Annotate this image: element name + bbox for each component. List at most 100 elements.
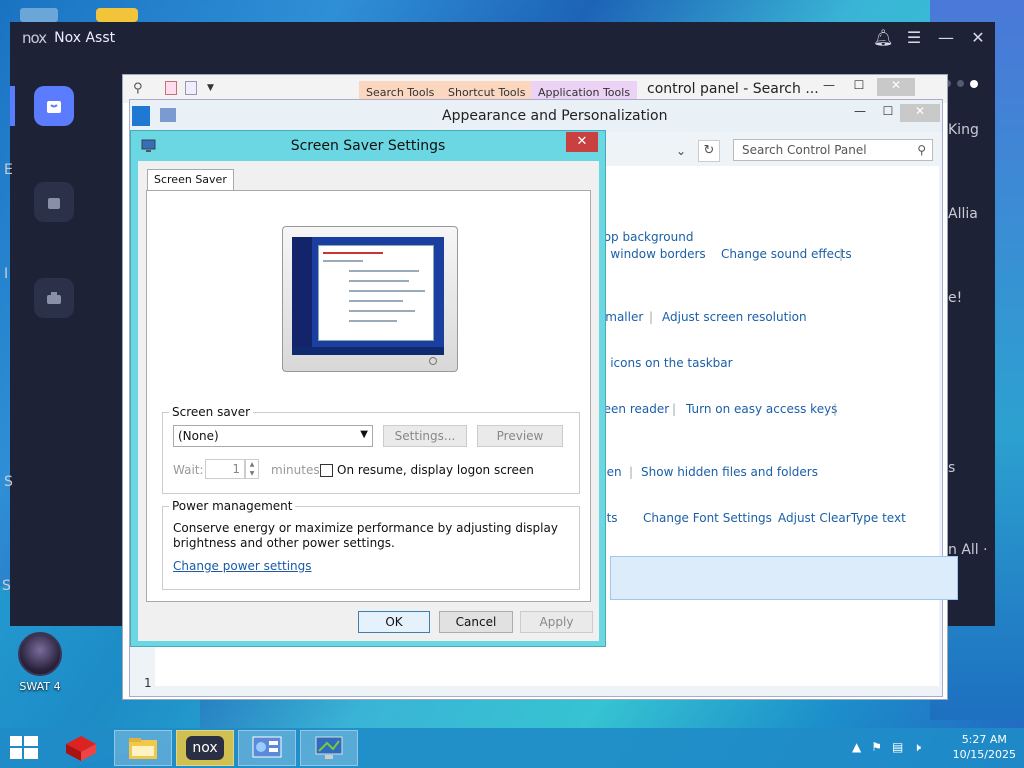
status-fragment: 1 — [144, 676, 152, 690]
app-shortcut-icon[interactable] — [96, 8, 138, 22]
tab-panel: Screen saver (None) ▼ Settings... Previe… — [146, 190, 591, 602]
link-adjust-cleartype[interactable]: Adjust ClearType text — [778, 511, 906, 525]
wait-label: Wait: — [173, 463, 204, 477]
close-icon[interactable]: ✕ — [900, 104, 940, 122]
separator: | — [833, 402, 838, 416]
toolbox-icon — [47, 292, 61, 304]
maximize-icon[interactable]: ☐ — [874, 104, 902, 122]
minimize-icon[interactable]: — — [937, 28, 955, 47]
file-explorer-icon[interactable] — [114, 730, 172, 766]
nox-text-fragment: S — [2, 578, 11, 594]
monitor-preview — [282, 226, 458, 372]
cancel-button[interactable]: Cancel — [439, 611, 513, 633]
control-panel-glyph — [252, 736, 282, 758]
windows-start-icon[interactable] — [10, 736, 38, 760]
nox-text-fragment: I — [4, 266, 9, 282]
screen-saver-select[interactable]: (None) ▼ — [173, 425, 373, 447]
preview-line — [323, 252, 383, 254]
inner-titlebar: Appearance and Personalization — ☐ ✕ — [130, 100, 942, 132]
screen-saver-dialog: Screen Saver Settings ✕ Screen Saver Scr… — [130, 130, 606, 647]
nox-logo-icon: nox — [186, 736, 224, 760]
minutes-label: minutes — [271, 463, 320, 477]
nox-home-button[interactable] — [34, 86, 74, 126]
screen-saver-glyph — [315, 736, 343, 759]
change-power-settings-link[interactable]: Change power settings — [173, 559, 312, 573]
separator: | — [649, 310, 654, 324]
dialog-title: Screen Saver Settings — [290, 138, 446, 154]
system-tray: ▲ ⚑ ▤ 🕨︎ — [852, 740, 921, 755]
nox-text-fragment: Allia — [948, 206, 978, 222]
preview-window — [318, 245, 434, 341]
chevron-down-icon[interactable]: ⌄ — [676, 144, 686, 158]
nox-text-fragment: King — [948, 122, 979, 138]
show-hidden-icons-icon[interactable]: ▲ — [852, 740, 861, 755]
resume-logon-label[interactable]: On resume, display logon screen — [337, 463, 534, 477]
link-desktop-background[interactable]: top background — [599, 230, 693, 244]
close-icon[interactable]: ✕ — [969, 28, 987, 47]
selected-category — [610, 556, 958, 600]
control-panel-icon — [160, 108, 176, 122]
preview-line — [349, 320, 397, 322]
volume-icon[interactable]: 🕨︎ — [913, 740, 921, 755]
page-dot[interactable] — [957, 80, 964, 87]
nox-toolbox-button[interactable] — [34, 278, 74, 318]
action-center-icon[interactable]: ⚑ — [871, 740, 882, 755]
link-screen-reader[interactable]: reen reader — [599, 402, 669, 416]
screen-saver-icon[interactable] — [300, 730, 358, 766]
preview-line — [349, 280, 409, 282]
separator: | — [672, 402, 677, 416]
wait-stepper[interactable]: ▲ ▼ — [245, 459, 259, 479]
refresh-icon[interactable]: ↻ — [698, 140, 720, 162]
nox-icon[interactable]: nox — [176, 730, 234, 766]
search-icon[interactable]: ⚲ — [133, 81, 143, 96]
link-show-hidden-files[interactable]: Show hidden files and folders — [641, 465, 818, 479]
wait-input[interactable]: 1 — [205, 459, 245, 479]
nox-store-button[interactable] — [34, 182, 74, 222]
nox-logo: nox — [22, 29, 47, 47]
link-window-borders[interactable]: d window borders — [599, 247, 706, 261]
properties-icon[interactable] — [165, 81, 177, 95]
resume-logon-checkbox[interactable] — [320, 464, 333, 477]
customize-quick-access-icon[interactable]: ▼ — [207, 83, 214, 93]
tab-screen-saver[interactable]: Screen Saver — [147, 169, 234, 191]
winrar-icon[interactable] — [52, 730, 110, 766]
link-change-font-settings[interactable]: Change Font Settings — [643, 511, 772, 525]
link-taskbar-icons[interactable]: e icons on the taskbar — [599, 356, 733, 370]
bell-icon[interactable]: 🔔︎ — [873, 28, 893, 47]
minimize-icon[interactable]: — — [846, 104, 874, 122]
clock-date: 10/15/2025 — [952, 748, 1016, 761]
nox-page-dots — [944, 80, 978, 88]
bag-icon — [47, 101, 61, 113]
network-icon[interactable]: ▤ — [892, 740, 903, 755]
new-folder-icon[interactable] — [185, 81, 197, 95]
menu-icon[interactable]: ☰ — [905, 28, 923, 47]
search-placeholder: Search Control Panel — [742, 143, 867, 157]
close-icon[interactable]: ✕ — [877, 78, 915, 96]
search-icon[interactable]: ⚲ — [917, 143, 926, 157]
control-panel-icon[interactable] — [238, 730, 296, 766]
preview-button[interactable]: Preview — [477, 425, 563, 447]
search-input[interactable]: Search Control Panel ⚲ — [733, 139, 933, 161]
winrar-icon-glyph — [66, 736, 96, 761]
nox-window-controls: 🔔︎ ☰ — ✕ — [873, 28, 987, 47]
ok-button[interactable]: OK — [358, 611, 430, 633]
minimize-icon[interactable]: — — [815, 78, 843, 96]
close-button[interactable]: ✕ — [566, 132, 598, 152]
nox-text-fragment: S — [4, 474, 13, 490]
apply-button[interactable]: Apply — [520, 611, 593, 633]
maximize-icon[interactable]: ☐ — [845, 78, 873, 96]
link-change-sound-effects[interactable]: Change sound effects — [721, 247, 852, 261]
clock[interactable]: 5:27 AM 10/15/2025 — [953, 732, 1016, 762]
shopping-bag-icon — [48, 198, 60, 209]
taskbar: nox ▲ ⚑ ▤ 🕨︎ 5:27 AM 10/15/2025 — [0, 728, 1024, 768]
recycle-bin-icon[interactable] — [20, 8, 58, 22]
desktop-icon-swat4[interactable]: SWAT 4 — [14, 632, 66, 693]
settings-button[interactable]: Settings... — [383, 425, 467, 447]
power-description-line2: brightness and other power settings. — [173, 536, 395, 550]
nox-titlebar: nox Nox Asst — [10, 22, 995, 54]
preview-screen — [292, 237, 444, 355]
page-dot-active[interactable] — [970, 80, 978, 88]
link-easy-access-keys[interactable]: Turn on easy access keys — [686, 402, 837, 416]
link-adjust-screen-resolution[interactable]: Adjust screen resolution — [662, 310, 807, 324]
window-title: control panel - Search ... — [647, 81, 819, 97]
